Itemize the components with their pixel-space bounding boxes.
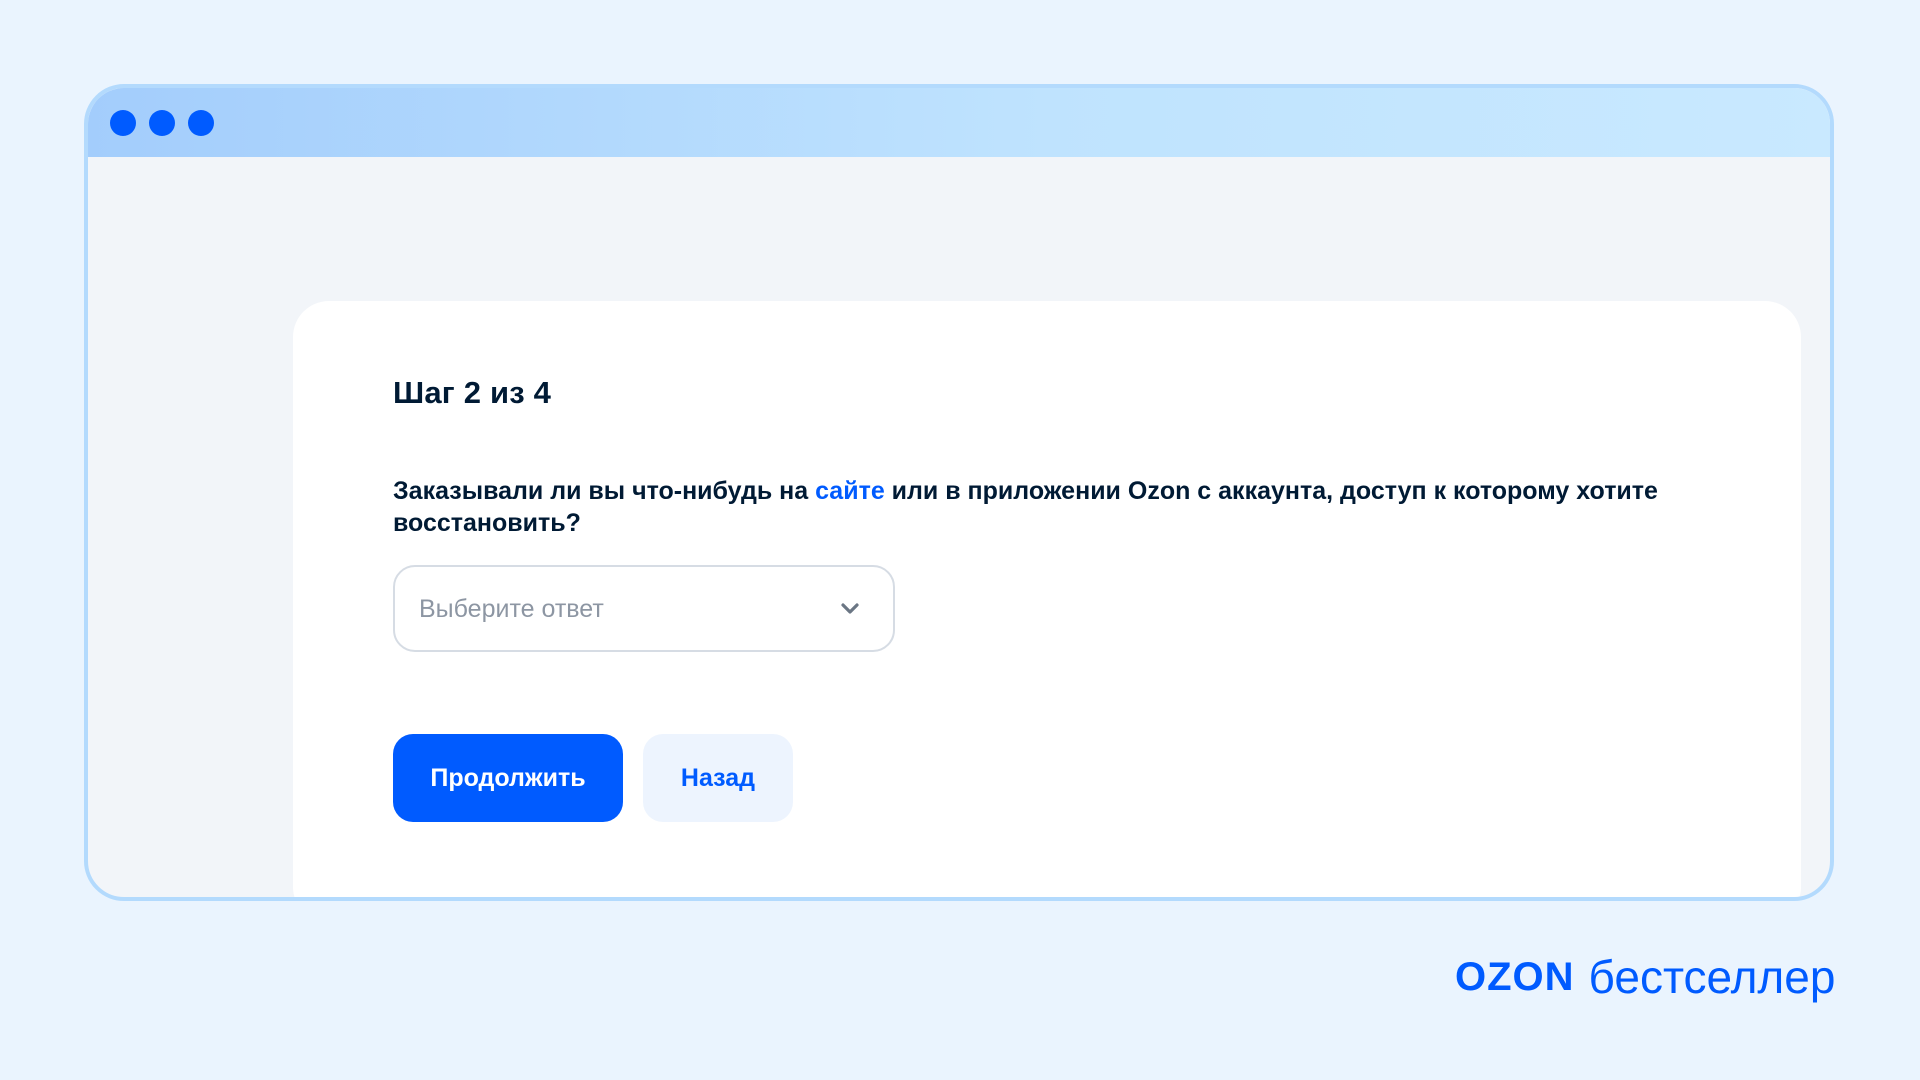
browser-window: Шаг 2 из 4 Заказывали ли вы что-нибудь н… xyxy=(84,84,1834,901)
answer-select[interactable]: Выберите ответ xyxy=(393,565,895,652)
window-dot-icon xyxy=(110,110,136,136)
question-text: Заказывали ли вы что-нибудь на сайте или… xyxy=(393,475,1733,539)
question-text-part1: Заказывали ли вы что-нибудь на xyxy=(393,477,816,505)
back-button[interactable]: Назад xyxy=(643,734,793,822)
form-card: Шаг 2 из 4 Заказывали ли вы что-нибудь н… xyxy=(293,301,1801,897)
window-title-bar xyxy=(88,88,1830,157)
chevron-down-icon xyxy=(841,603,859,614)
site-link[interactable]: сайте xyxy=(815,477,885,505)
brand-text: бестселлер xyxy=(1588,951,1836,1003)
ozon-logo: OZON xyxy=(1455,954,1575,999)
window-dot-icon xyxy=(149,110,175,136)
page: { "window": { "controls": ["dot", "dot",… xyxy=(0,0,1920,1080)
answer-select-placeholder: Выберите ответ xyxy=(419,595,604,623)
window-dot-icon xyxy=(188,110,214,136)
step-title: Шаг 2 из 4 xyxy=(393,375,552,410)
brand-logo: OZON бестселлер xyxy=(1455,950,1835,1004)
continue-button[interactable]: Продолжить xyxy=(393,734,623,822)
